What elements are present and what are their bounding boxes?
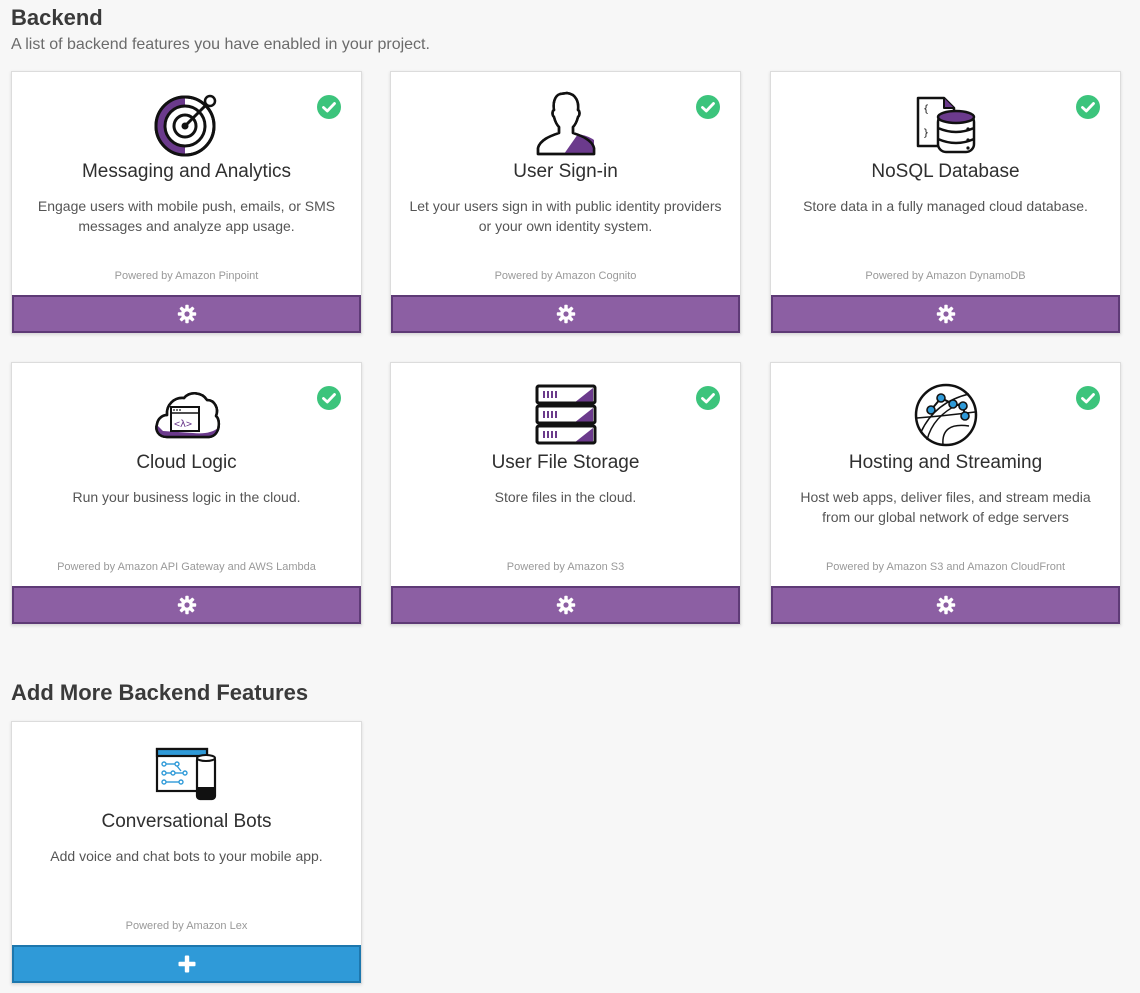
- powered-by-label: Powered by Amazon DynamoDB: [865, 270, 1026, 282]
- add-more-title: Add More Backend Features: [11, 680, 309, 705]
- globe-network-icon: [914, 383, 977, 447]
- feature-card-user-file-storage: User File Storage Store files in the clo…: [390, 362, 741, 625]
- page-title: Backend: [11, 5, 103, 30]
- card-description: Run your business logic in the cloud.: [72, 489, 301, 505]
- svg-text:<λ>: <λ>: [174, 419, 192, 430]
- configure-button[interactable]: [12, 295, 361, 333]
- card-description: Host web apps, deliver files, and stream…: [800, 489, 1091, 525]
- card-title: Cloud Logic: [136, 452, 237, 473]
- card-description: Store files in the cloud.: [494, 489, 637, 505]
- card-title: Messaging and Analytics: [81, 161, 292, 182]
- card-description: Add voice and chat bots to your mobile a…: [50, 848, 323, 864]
- gear-icon: [936, 304, 955, 324]
- page-subtitle: A list of backend features you have enab…: [11, 36, 430, 53]
- card-title: NoSQL Database: [871, 161, 1020, 182]
- svg-text:{: {: [923, 104, 929, 115]
- gear-icon: [556, 595, 575, 615]
- card-description: Store data in a fully managed cloud data…: [803, 198, 1088, 214]
- gear-icon: [936, 595, 955, 615]
- feature-card-hosting-streaming: Hosting and Streaming Host web apps, del…: [770, 362, 1121, 625]
- feature-card-messaging-analytics: Messaging and Analytics Engage users wit…: [11, 71, 362, 334]
- svg-text:}: }: [923, 128, 929, 139]
- server-rack-icon: [535, 384, 596, 445]
- card-title: Hosting and Streaming: [848, 452, 1043, 473]
- backend-page: Backend A list of backend features you h…: [0, 0, 1140, 993]
- gear-icon: [177, 304, 196, 324]
- database-icon: { }: [916, 96, 975, 154]
- card-title: User File Storage: [491, 452, 640, 473]
- powered-by-label: Powered by Amazon Pinpoint: [114, 270, 259, 282]
- card-title: Conversational Bots: [101, 811, 272, 832]
- target-icon: [154, 94, 216, 157]
- powered-by-label: Powered by Amazon API Gateway and AWS La…: [57, 561, 316, 573]
- feature-card-conversational-bots: Conversational Bots Add voice and chat b…: [11, 721, 362, 984]
- card-title: User Sign-in: [513, 161, 618, 182]
- gear-icon: [556, 304, 575, 324]
- card-description: Let your users sign in with public ident…: [409, 198, 722, 234]
- configure-button[interactable]: [391, 295, 740, 333]
- user-silhouette-icon: [536, 91, 595, 156]
- enabled-check-icon: [317, 95, 341, 119]
- bot-console-icon: [155, 747, 216, 801]
- cloud-lambda-icon: <λ>: [154, 392, 220, 439]
- configure-button[interactable]: [391, 586, 740, 624]
- enabled-check-icon: [696, 95, 720, 119]
- feature-card-user-sign-in: User Sign-in Let your users sign in with…: [390, 71, 741, 334]
- powered-by-label: Powered by Amazon Cognito: [494, 270, 637, 282]
- card-description: Engage users with mobile push, emails, o…: [37, 198, 336, 234]
- gear-icon: [177, 595, 196, 615]
- enabled-check-icon: [696, 386, 720, 410]
- configure-button[interactable]: [771, 586, 1120, 624]
- powered-by-label: Powered by Amazon S3: [506, 561, 625, 573]
- enabled-check-icon: [317, 386, 341, 410]
- feature-card-nosql-database: { } NoSQL Database Store data in a fully…: [770, 71, 1121, 334]
- powered-by-label: Powered by Amazon S3 and Amazon CloudFro…: [825, 561, 1066, 573]
- add-feature-button[interactable]: [12, 945, 361, 983]
- powered-by-label: Powered by Amazon Lex: [125, 920, 248, 932]
- configure-button[interactable]: [771, 295, 1120, 333]
- plus-icon: [178, 955, 195, 973]
- feature-card-cloud-logic: <λ> Cloud Logic Run your business logic …: [11, 362, 362, 625]
- enabled-check-icon: [1076, 386, 1100, 410]
- enabled-check-icon: [1076, 95, 1100, 119]
- configure-button[interactable]: [12, 586, 361, 624]
